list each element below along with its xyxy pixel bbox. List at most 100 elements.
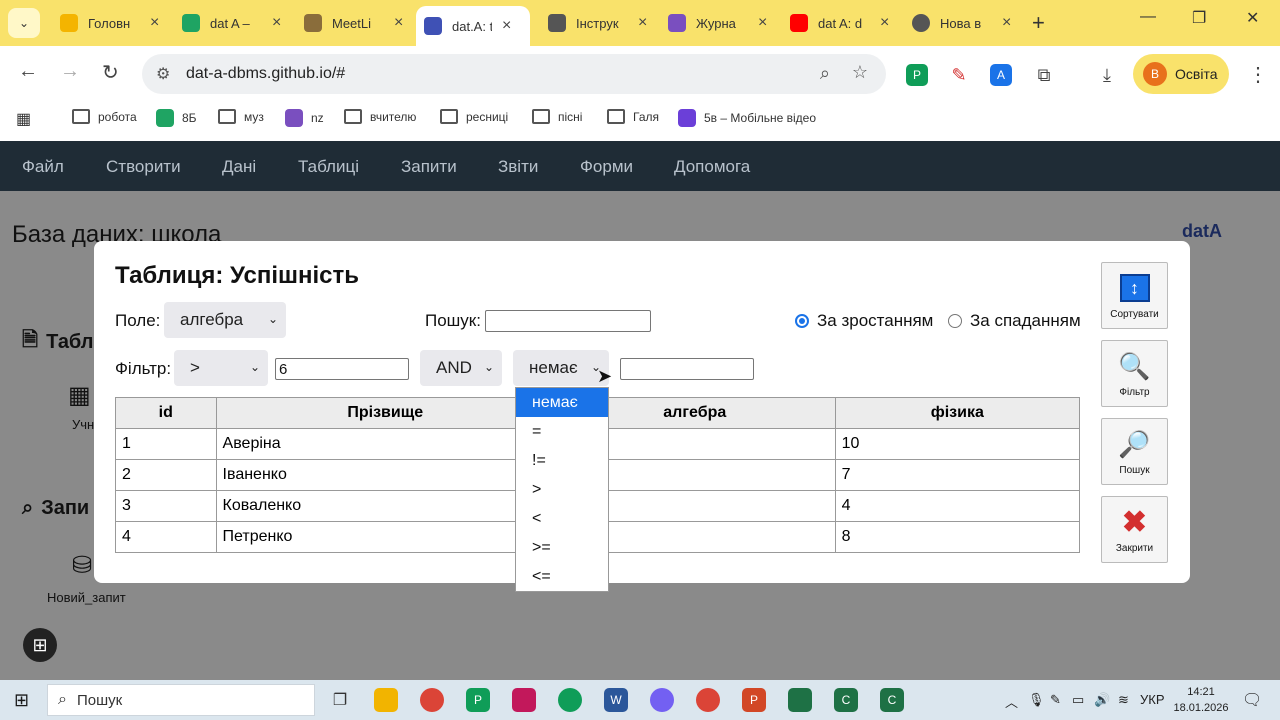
table-cell[interactable]: 1 — [115, 428, 217, 460]
forward-arrow-icon[interactable]: → — [60, 60, 80, 83]
extension-p-icon[interactable]: P — [906, 64, 928, 86]
system-clock[interactable]: 14:21 18.01.2026 — [1166, 684, 1236, 716]
sort-button[interactable]: ↕ Сортувати — [1101, 262, 1168, 329]
table-cell[interactable]: Аверіна — [215, 428, 555, 460]
search-button[interactable]: 🔎 Пошук — [1101, 418, 1168, 485]
tab-search-button[interactable]: ⌄ — [8, 8, 40, 38]
viber-icon[interactable] — [650, 688, 674, 712]
back-arrow-icon[interactable]: ← — [18, 60, 38, 83]
filter-operator-1-select[interactable]: > ⌄ — [174, 350, 268, 386]
browser-tab-4-active[interactable]: dat.A: t × — [416, 6, 530, 46]
filter-value-2-input[interactable] — [620, 358, 754, 380]
dropdown-option[interactable]: немає — [516, 388, 608, 417]
app-c-icon[interactable]: C — [834, 688, 858, 712]
menu-data[interactable]: Дані — [222, 157, 256, 177]
bookmark-folder-robota[interactable]: робота — [72, 109, 137, 124]
table-cell[interactable]: 10 — [834, 428, 1081, 460]
menu-create[interactable]: Створити — [106, 157, 181, 177]
tray-chevron-icon[interactable]: ︿ — [1005, 692, 1018, 711]
bookmark-folder-resnytsi[interactable]: ресниці — [440, 109, 508, 124]
bookmark-8b[interactable]: 8Б — [156, 109, 197, 127]
apps-grid-icon[interactable]: ▦ — [16, 109, 31, 129]
more-menu-icon[interactable]: ⋮ — [1248, 62, 1268, 87]
taskbar-search[interactable]: ⌕ Пошук — [47, 684, 315, 716]
browser-tab-8[interactable]: Нова в × — [904, 8, 1019, 38]
menu-reports[interactable]: Звіти — [498, 157, 538, 177]
browser-tab-7[interactable]: dat A: d × — [782, 8, 897, 38]
query-icon[interactable]: ⛁ — [72, 551, 92, 580]
close-icon[interactable]: × — [638, 14, 647, 32]
browser-tab-2[interactable]: dat A – × — [174, 8, 289, 38]
column-header[interactable]: фізика — [834, 397, 1081, 429]
dropdown-option[interactable]: > — [516, 475, 608, 504]
microphone-icon[interactable]: 🎙 — [1028, 692, 1045, 708]
browser-tab-5[interactable]: Інструк × — [540, 8, 655, 38]
table-cell[interactable]: Петренко — [215, 521, 555, 553]
bookmark-folder-halya[interactable]: Галя — [607, 109, 659, 124]
sort-descending-radio[interactable]: За спаданням — [948, 311, 1081, 331]
table-cell[interactable]: Коваленко — [215, 490, 555, 522]
dropdown-option[interactable]: <= — [516, 562, 608, 591]
close-icon[interactable]: × — [394, 14, 403, 32]
menu-queries[interactable]: Запити — [401, 157, 457, 177]
dropdown-option[interactable]: < — [516, 504, 608, 533]
restore-button[interactable]: ❐ — [1192, 8, 1206, 28]
search-input[interactable] — [485, 310, 651, 332]
language-indicator[interactable]: УКР — [1140, 692, 1165, 707]
wifi-icon[interactable]: ≋ — [1118, 692, 1129, 708]
battery-icon[interactable]: ▭ — [1072, 692, 1084, 708]
translate-extension-icon[interactable]: A — [990, 64, 1012, 86]
table-cell[interactable]: 7 — [834, 459, 1081, 491]
bookmark-folder-pisni[interactable]: пісні — [532, 109, 582, 124]
bookmark-video-5v[interactable]: 5в – Мобільне відео — [678, 109, 816, 127]
extensions-puzzle-icon[interactable]: ⧉ — [1033, 64, 1055, 86]
pen-icon[interactable]: ✎ — [1050, 692, 1061, 708]
powerpoint-icon[interactable]: P — [742, 688, 766, 712]
menu-forms[interactable]: Форми — [580, 157, 633, 177]
column-header[interactable]: Прізвище — [215, 397, 555, 429]
browser-tab-1[interactable]: Головн × — [52, 8, 167, 38]
sort-ascending-radio[interactable]: За зростанням — [795, 311, 933, 331]
sidebar-table-item[interactable]: Учн — [72, 417, 94, 432]
app-p-icon[interactable]: P — [466, 688, 490, 712]
menu-tables[interactable]: Таблиці — [298, 157, 359, 177]
browser-tab-3[interactable]: MeetLi × — [296, 8, 411, 38]
dropdown-option[interactable]: = — [516, 417, 608, 446]
filter-value-1-input[interactable]: 6 — [275, 358, 409, 380]
pen-extension-icon[interactable]: ✎ — [948, 64, 970, 86]
dropdown-option[interactable]: != — [516, 446, 608, 475]
paint-icon[interactable] — [512, 688, 536, 712]
filter-logic-select[interactable]: AND ⌄ — [420, 350, 502, 386]
app-c2-icon[interactable]: C — [880, 688, 904, 712]
word-icon[interactable]: W — [604, 688, 628, 712]
bookmark-star-icon[interactable]: ☆ — [852, 62, 868, 83]
close-icon[interactable]: × — [880, 14, 889, 32]
task-view-icon[interactable]: ❐ — [328, 688, 352, 712]
close-icon[interactable]: × — [150, 14, 159, 32]
chrome-icon[interactable] — [420, 688, 444, 712]
table-cell[interactable]: Іваненко — [215, 459, 555, 491]
table-cell[interactable]: 8 — [834, 521, 1081, 553]
windows-start-icon[interactable]: ⊞ — [14, 690, 29, 711]
reload-icon[interactable]: ↻ — [102, 60, 119, 85]
site-settings-icon[interactable]: ⚙ — [156, 64, 170, 84]
chrome-active-icon[interactable] — [696, 688, 720, 712]
address-bar[interactable]: ⚙ dat-a-dbms.github.io/# ⌕ ☆ — [142, 54, 886, 94]
sidebar-query-item[interactable]: Новий_запит — [47, 590, 126, 605]
close-window-button[interactable]: ✕ — [1246, 8, 1259, 28]
browser-tab-6[interactable]: Журна × — [660, 8, 775, 38]
chrome-profile-icon[interactable] — [558, 688, 582, 712]
file-explorer-icon[interactable] — [374, 688, 398, 712]
column-header[interactable]: id — [115, 397, 217, 429]
menu-file[interactable]: Файл — [22, 157, 64, 177]
bookmark-nz[interactable]: nz — [285, 109, 324, 127]
minimize-button[interactable]: — — [1140, 8, 1156, 26]
new-tab-button[interactable]: + — [1032, 10, 1045, 36]
field-select[interactable]: алгебра ⌄ — [164, 302, 286, 338]
apps-grid-button[interactable]: ⊞ — [23, 628, 57, 662]
dropdown-option[interactable]: >= — [516, 533, 608, 562]
close-button[interactable]: ✖ Закрити — [1101, 496, 1168, 563]
close-icon[interactable]: × — [1002, 14, 1011, 32]
close-icon[interactable]: × — [272, 14, 281, 32]
table-cell[interactable]: 4 — [834, 490, 1081, 522]
